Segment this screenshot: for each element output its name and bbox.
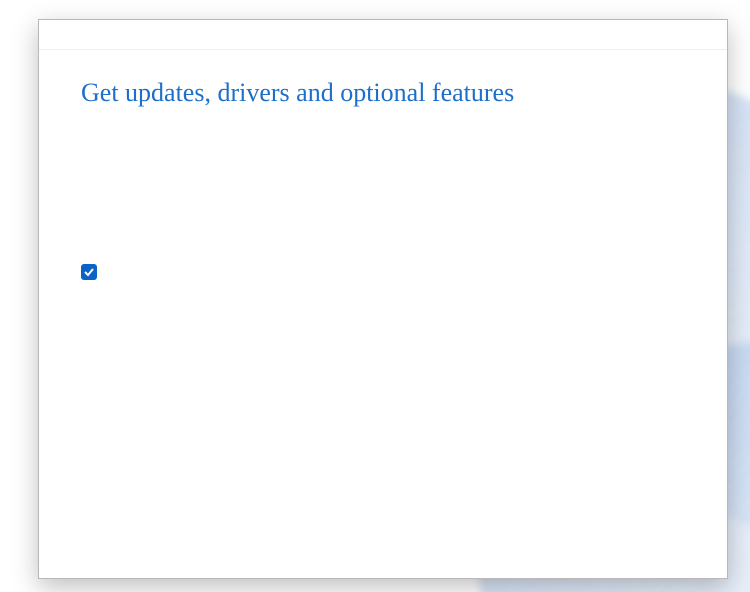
setup-window: Windows 11 Setup Get updates, drivers an… [38,19,728,579]
titlebar: Windows 11 Setup [39,20,728,50]
checkbox-label: I want to help make the installation bet… [103,50,728,564]
help-improve-checkbox[interactable]: I want to help make the installation bet… [81,50,728,564]
setup-icon [47,27,62,43]
content-area: Get updates, drivers and optional featur… [39,50,728,578]
window-controls [68,20,728,50]
checkmark-icon [81,264,97,280]
bottom-area: I want to help make the installation bet… [81,50,728,564]
